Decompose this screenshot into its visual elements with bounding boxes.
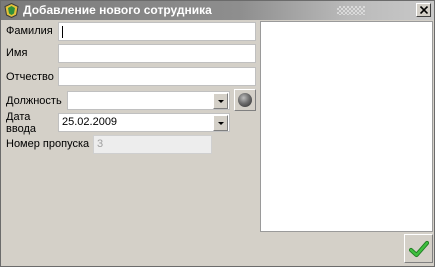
position-label: Должность (6, 95, 62, 107)
close-button[interactable] (416, 3, 431, 17)
window-title: Добавление нового сотрудника (23, 3, 212, 17)
orb-icon (238, 93, 252, 107)
photo-panel[interactable] (260, 21, 433, 232)
name-label: Имя (6, 47, 28, 59)
surname-label: Фамилия (6, 25, 53, 37)
titlebar-pattern (337, 6, 365, 15)
confirm-button[interactable] (404, 234, 433, 263)
position-select[interactable] (67, 91, 230, 110)
pass-number-label: Номер пропуска (6, 138, 90, 150)
position-dropdown-button[interactable] (213, 93, 228, 109)
checkmark-icon (409, 240, 429, 258)
text-caret (62, 26, 63, 38)
date-dropdown-button[interactable] (213, 115, 228, 131)
chevron-down-icon (218, 100, 224, 103)
patronymic-input[interactable] (58, 67, 256, 86)
patronymic-label: Отчество (6, 71, 54, 83)
date-picker[interactable]: 25.02.2009 (58, 113, 230, 132)
pass-number-value: 3 (97, 138, 104, 150)
surname-input[interactable] (58, 22, 256, 41)
name-input[interactable] (58, 44, 256, 63)
chevron-down-icon (218, 122, 224, 125)
date-value: 25.02.2009 (62, 116, 118, 128)
add-employee-window: Добавление нового сотрудника Фамилия Имя… (0, 0, 435, 267)
close-icon (420, 6, 428, 14)
title-bar[interactable]: Добавление нового сотрудника (1, 1, 434, 20)
app-icon (4, 2, 19, 19)
date-label-line2: ввода (6, 123, 36, 135)
pass-number-input: 3 (93, 135, 212, 154)
position-extra-button[interactable] (234, 89, 256, 111)
